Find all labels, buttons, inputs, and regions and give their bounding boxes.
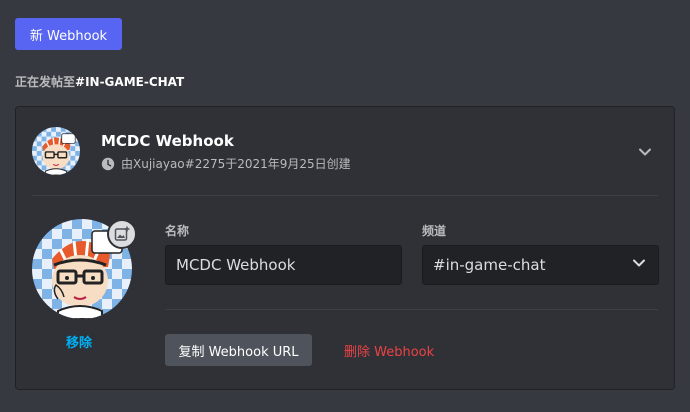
webhook-name: MCDC Webhook [101, 132, 234, 150]
image-upload-icon[interactable] [107, 219, 137, 249]
webhook-card: MCDC Webhook 由Xujiayao#2275于2021年9月25日创建 [15, 106, 675, 390]
chevron-down-icon[interactable] [636, 143, 654, 161]
posting-channel: #IN-GAME-CHAT [75, 75, 185, 89]
chevron-down-icon [630, 254, 648, 276]
webhook-card-header[interactable]: MCDC Webhook 由Xujiayao#2275于2021年9月25日创建 [16, 107, 674, 195]
clock-icon [101, 157, 115, 171]
channel-select-value: #in-game-chat [433, 256, 546, 274]
channel-label: 频道 [422, 224, 447, 238]
webhook-created-text: 由Xujiayao#2275于2021年9月25日创建 [121, 157, 351, 171]
name-label: 名称 [165, 224, 190, 238]
webhook-avatar-upload[interactable] [32, 219, 137, 319]
remove-avatar-link[interactable]: 移除 [66, 332, 92, 351]
new-webhook-button[interactable]: 新 Webhook [15, 18, 122, 50]
divider [165, 309, 658, 310]
webhook-name-input[interactable] [165, 245, 402, 285]
posting-to-label: 正在发帖至#IN-GAME-CHAT [15, 73, 184, 90]
webhook-avatar-small [32, 127, 80, 175]
divider [32, 195, 658, 196]
channel-select[interactable]: #in-game-chat [422, 245, 659, 285]
webhook-created-meta: 由Xujiayao#2275于2021年9月25日创建 [101, 155, 351, 172]
copy-webhook-url-button[interactable]: 复制 Webhook URL [165, 334, 312, 366]
posting-prefix: 正在发帖至 [15, 75, 76, 89]
delete-webhook-button[interactable]: 删除 Webhook [344, 334, 434, 366]
